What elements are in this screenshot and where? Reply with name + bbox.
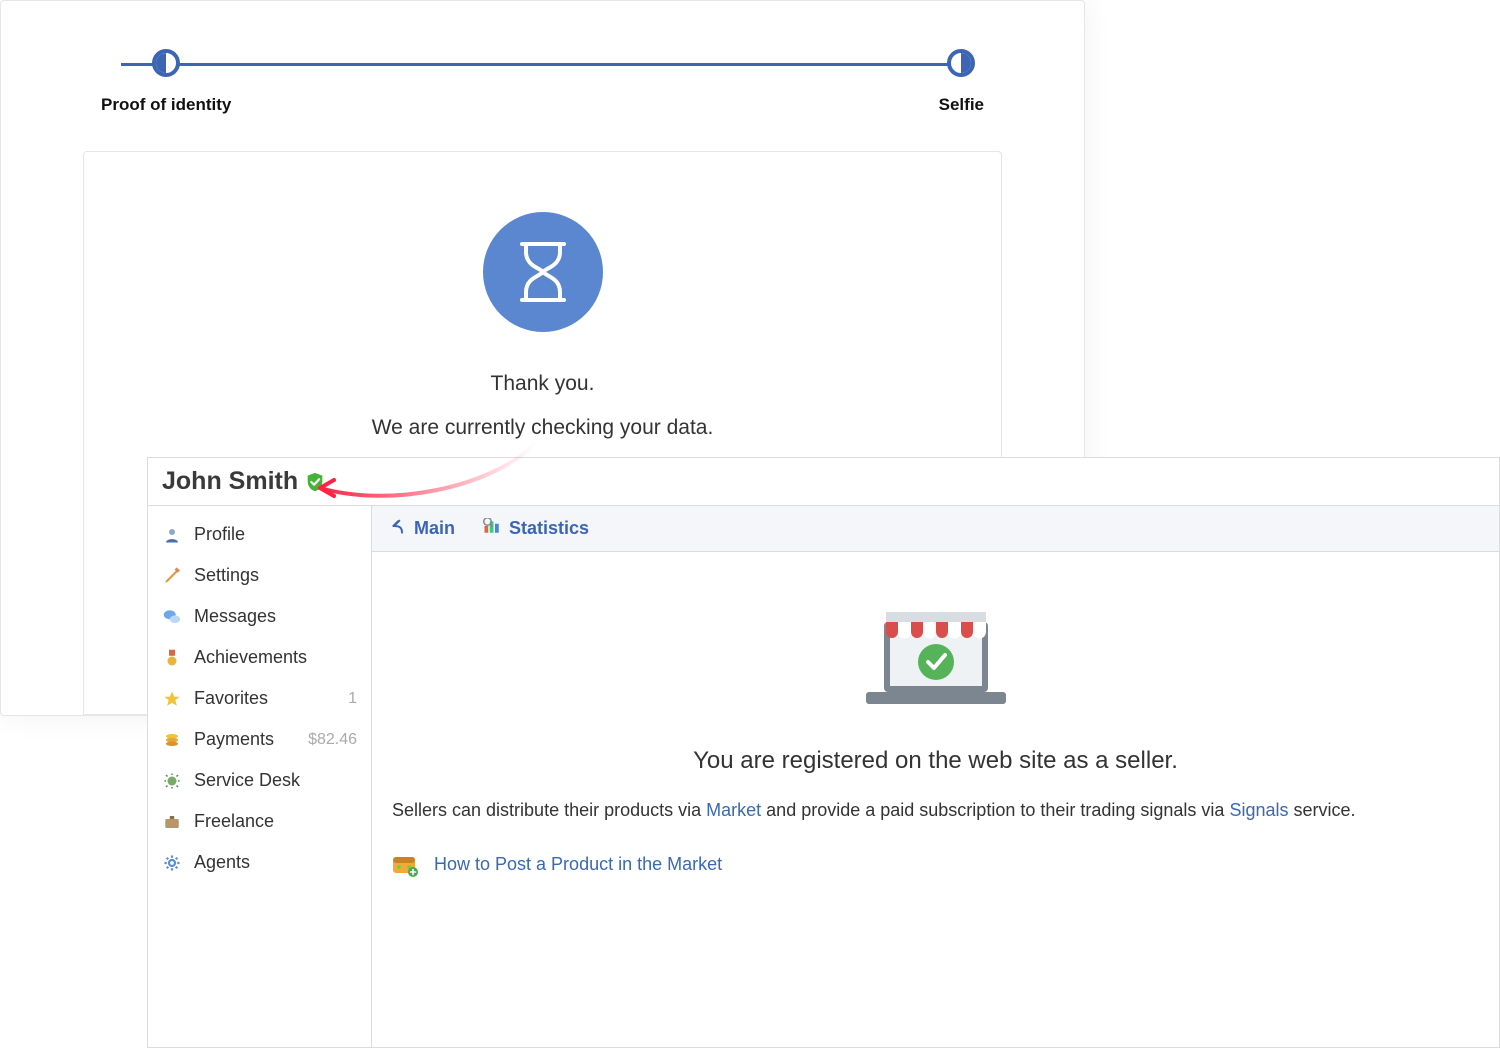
sidebar-item-label: Profile (194, 524, 357, 545)
profile-panel: John Smith Profile Settings (147, 457, 1500, 1048)
seller-text-segment: Sellers can distribute their products vi… (392, 800, 706, 820)
sidebar-item-label: Freelance (194, 811, 357, 832)
tab-statistics[interactable]: Statistics (483, 518, 589, 539)
coins-icon (162, 730, 182, 750)
chat-icon (162, 607, 182, 627)
sidebar-item-freelance[interactable]: Freelance (148, 801, 371, 842)
gear-icon (162, 853, 182, 873)
signals-link[interactable]: Signals (1229, 800, 1288, 820)
sidebar-item-label: Achievements (194, 647, 357, 668)
step-label: Proof of identity (101, 95, 231, 115)
star-icon (162, 689, 182, 709)
person-icon (162, 525, 182, 545)
step-dot-icon (152, 49, 180, 77)
sidebar-item-label: Payments (194, 729, 296, 750)
seller-text-segment: and provide a paid subscription to their… (761, 800, 1229, 820)
howto-row: How to Post a Product in the Market (392, 853, 1479, 877)
sidebar-item-settings[interactable]: Settings (148, 555, 371, 596)
sidebar-item-label: Favorites (194, 688, 336, 709)
medal-icon (162, 648, 182, 668)
hourglass-icon (483, 212, 603, 332)
sidebar-item-achievements[interactable]: Achievements (148, 637, 371, 678)
back-arrow-icon (390, 518, 406, 539)
sidebar-item-favorites[interactable]: Favorites 1 (148, 678, 371, 719)
step-proof-of-identity: Proof of identity (101, 49, 231, 115)
thank-you-text: Thank you. (84, 372, 1001, 396)
seller-headline: You are registered on the web site as a … (392, 747, 1479, 775)
tab-label: Main (414, 518, 455, 539)
briefcase-icon (162, 812, 182, 832)
seller-content: You are registered on the web site as a … (372, 552, 1499, 877)
profile-sidebar: Profile Settings Messages Achievements (148, 506, 372, 1047)
checking-text: We are currently checking your data. (84, 416, 1001, 440)
profile-tabs: Main Statistics (372, 506, 1499, 552)
sidebar-item-profile[interactable]: Profile (148, 514, 371, 555)
bug-icon (162, 771, 182, 791)
profile-user-name: John Smith (162, 467, 298, 496)
profile-main: Main Statistics (372, 506, 1499, 1047)
tab-main[interactable]: Main (390, 518, 455, 539)
seller-text-segment: service. (1289, 800, 1356, 820)
sidebar-item-label: Agents (194, 852, 357, 873)
sidebar-item-label: Messages (194, 606, 357, 627)
sidebar-item-payments[interactable]: Payments $82.46 (148, 719, 371, 760)
step-selfie: Selfie (939, 49, 984, 115)
progress-row: Proof of identity Selfie (1, 1, 1084, 115)
sidebar-item-messages[interactable]: Messages (148, 596, 371, 637)
verified-shield-icon (304, 471, 326, 493)
seller-description: Sellers can distribute their products vi… (392, 797, 1479, 825)
progress-steps: Proof of identity Selfie (101, 49, 984, 115)
sidebar-item-meta: $82.46 (308, 731, 357, 749)
step-dot-icon (947, 49, 975, 77)
product-box-icon (392, 853, 420, 877)
store-illustration-icon (856, 592, 1016, 717)
bar-chart-icon (483, 518, 501, 539)
step-label: Selfie (939, 95, 984, 115)
sidebar-item-service-desk[interactable]: Service Desk (148, 760, 371, 801)
sidebar-item-meta: 1 (348, 690, 357, 708)
sidebar-item-label: Service Desk (194, 770, 357, 791)
sidebar-item-label: Settings (194, 565, 357, 586)
profile-header: John Smith (148, 458, 1499, 506)
sidebar-item-agents[interactable]: Agents (148, 842, 371, 883)
pencil-icon (162, 566, 182, 586)
market-link[interactable]: Market (706, 800, 761, 820)
tab-label: Statistics (509, 518, 589, 539)
howto-post-product-link[interactable]: How to Post a Product in the Market (434, 854, 722, 875)
